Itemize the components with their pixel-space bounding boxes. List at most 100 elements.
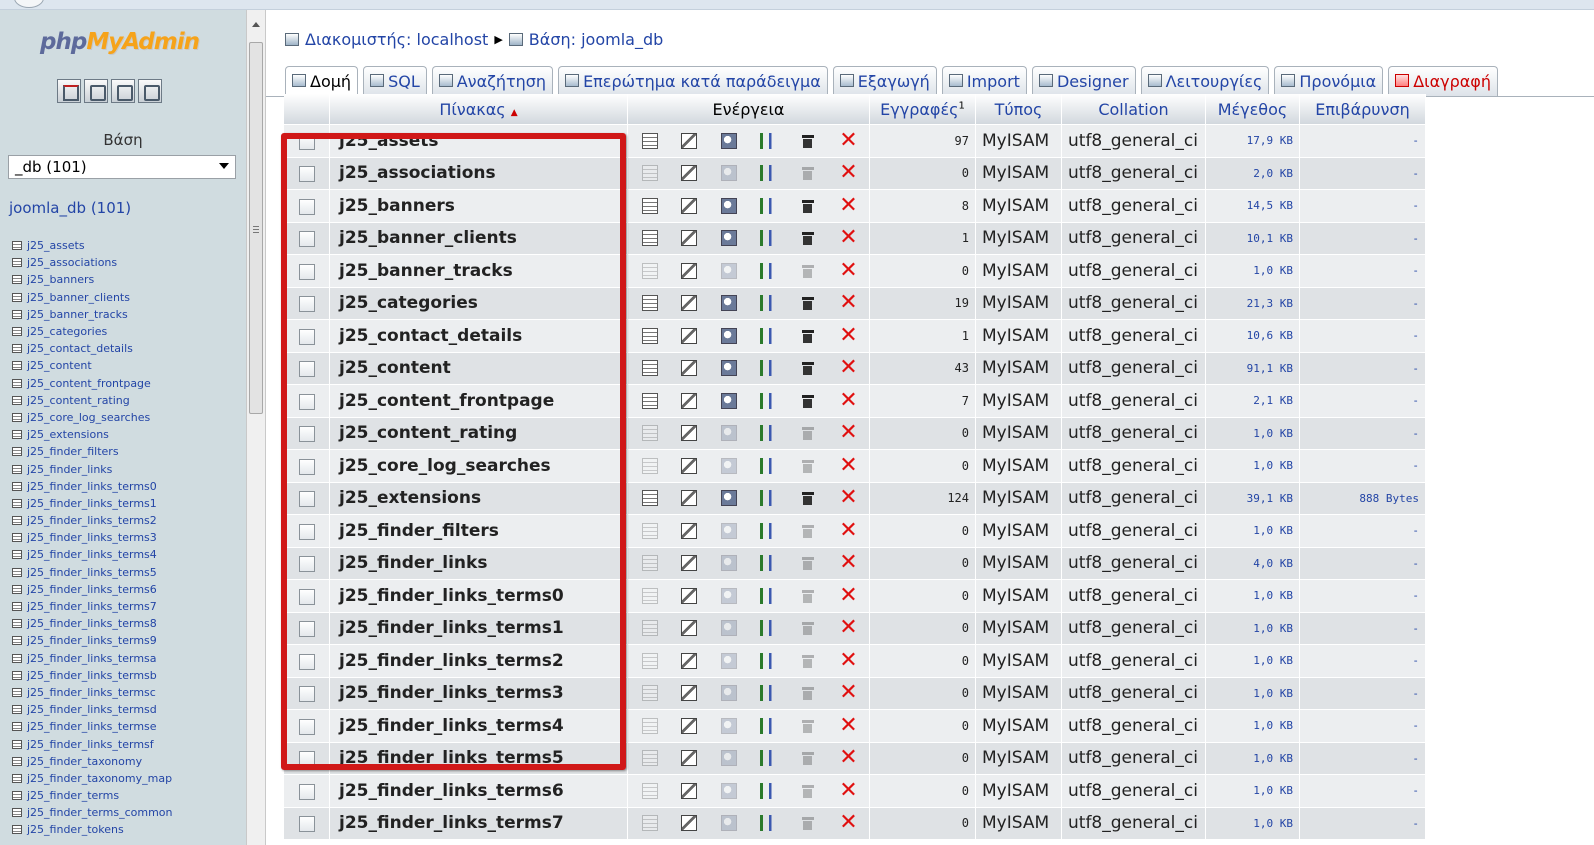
search-icon[interactable] [720, 555, 737, 572]
structure-icon[interactable] [681, 522, 698, 539]
nav-table-name[interactable]: j25_finder_taxonomy [27, 756, 142, 767]
breadcrumb-server[interactable]: Διακομιστής: localhost [305, 30, 488, 49]
drop-icon[interactable]: ✕ [839, 194, 857, 216]
nav-table-name[interactable]: j25_finder_links_termsa [27, 653, 157, 664]
table-icon[interactable] [12, 756, 22, 766]
row-checkbox[interactable] [298, 361, 315, 378]
insert-icon[interactable] [760, 490, 777, 507]
insert-icon[interactable] [760, 652, 777, 669]
browse-icon[interactable] [641, 425, 658, 442]
table-name-link[interactable]: j25_content_frontpage [330, 384, 628, 417]
sql-query-icon[interactable] [84, 79, 108, 103]
row-size[interactable]: 1,0 KB [1206, 709, 1300, 742]
nav-table-item[interactable]: j25_content [12, 357, 173, 374]
nav-table-name[interactable]: j25_finder_links_terms1 [27, 498, 157, 509]
empty-table-icon[interactable] [799, 782, 816, 799]
drop-icon[interactable]: ✕ [839, 422, 857, 444]
table-icon[interactable] [12, 481, 22, 491]
nav-table-item[interactable]: j25_finder_links_termsd [12, 701, 173, 718]
row-size[interactable]: 1,0 KB [1206, 806, 1300, 839]
drop-icon[interactable]: ✕ [839, 747, 857, 769]
row-size[interactable]: 2,1 KB [1206, 384, 1300, 417]
search-icon[interactable] [720, 230, 737, 247]
nav-table-name[interactable]: j25_finder_filters [27, 446, 119, 457]
search-icon[interactable] [720, 685, 737, 702]
nav-table-name[interactable]: j25_finder_terms [27, 790, 119, 801]
drop-icon[interactable]: ✕ [839, 519, 857, 541]
tab-search[interactable]: Αναζήτηση [431, 66, 554, 96]
browse-icon[interactable] [641, 652, 658, 669]
drop-icon[interactable]: ✕ [839, 552, 857, 574]
header-collation[interactable]: Collation [1062, 94, 1206, 124]
row-checkbox[interactable] [298, 231, 315, 248]
row-checkbox[interactable] [298, 718, 315, 735]
nav-table-item[interactable]: j25_finder_links_termsa [12, 650, 173, 667]
drop-icon[interactable]: ✕ [839, 617, 857, 639]
search-icon[interactable] [720, 197, 737, 214]
nav-table-name[interactable]: j25_finder_terms_common [27, 807, 173, 818]
row-size[interactable]: 1,0 KB [1206, 449, 1300, 482]
search-icon[interactable] [720, 490, 737, 507]
nav-table-item[interactable]: j25_finder_links_terms2 [12, 512, 173, 529]
table-icon[interactable] [12, 653, 22, 663]
table-icon[interactable] [12, 808, 22, 818]
row-size[interactable]: 1,0 KB [1206, 774, 1300, 807]
search-icon[interactable] [720, 165, 737, 182]
table-icon[interactable] [12, 498, 22, 508]
nav-table-item[interactable]: j25_associations [12, 254, 173, 271]
table-name-link[interactable]: j25_content [330, 351, 628, 384]
nav-table-name[interactable]: j25_associations [27, 257, 117, 268]
tab-sql[interactable]: SQL [363, 66, 427, 96]
table-name-link[interactable]: j25_extensions [330, 481, 628, 514]
row-size[interactable]: 1,0 KB [1206, 644, 1300, 677]
nav-table-item[interactable]: j25_banner_clients [12, 289, 173, 306]
row-size[interactable]: 14,5 KB [1206, 189, 1300, 222]
empty-table-icon[interactable] [799, 652, 816, 669]
nav-table-item[interactable]: j25_extensions [12, 426, 173, 443]
row-checkbox[interactable] [298, 783, 315, 800]
drop-icon[interactable]: ✕ [839, 292, 857, 314]
insert-icon[interactable] [760, 165, 777, 182]
table-icon[interactable] [12, 361, 22, 371]
empty-table-icon[interactable] [799, 457, 816, 474]
browse-icon[interactable] [641, 620, 658, 637]
table-icon[interactable] [12, 258, 22, 268]
header-table-name[interactable]: Πίνακας ▲ [330, 94, 628, 124]
table-icon[interactable] [12, 584, 22, 594]
browse-icon[interactable] [641, 555, 658, 572]
nav-table-name[interactable]: j25_finder_links [27, 464, 112, 475]
row-checkbox[interactable] [298, 588, 315, 605]
nav-table-item[interactable]: j25_banners [12, 271, 173, 288]
search-icon[interactable] [720, 652, 737, 669]
browse-icon[interactable] [641, 750, 658, 767]
structure-icon[interactable] [681, 750, 698, 767]
browse-icon[interactable] [641, 165, 658, 182]
nav-table-name[interactable]: j25_finder_links_terms0 [27, 481, 157, 492]
table-icon[interactable] [12, 292, 22, 302]
row-size[interactable]: 4,0 KB [1206, 546, 1300, 579]
row-checkbox[interactable] [298, 491, 315, 508]
nav-table-item[interactable]: j25_finder_links_terms4 [12, 546, 173, 563]
search-icon[interactable] [720, 717, 737, 734]
structure-icon[interactable] [681, 620, 698, 637]
row-size[interactable]: 1,0 KB [1206, 254, 1300, 287]
insert-icon[interactable] [760, 197, 777, 214]
browse-icon[interactable] [641, 392, 658, 409]
nav-table-name[interactable]: j25_finder_tokens [27, 824, 124, 835]
table-name-link[interactable]: j25_finder_links_terms4 [330, 709, 628, 742]
nav-table-item[interactable]: j25_finder_taxonomy [12, 753, 173, 770]
nav-table-name[interactable]: j25_content_rating [27, 395, 130, 406]
scrollbar-thumb[interactable] [249, 42, 263, 414]
insert-icon[interactable] [760, 587, 777, 604]
empty-table-icon[interactable] [799, 197, 816, 214]
table-name-link[interactable]: j25_finder_links_terms0 [330, 579, 628, 612]
browse-icon[interactable] [641, 230, 658, 247]
nav-table-item[interactable]: j25_content_rating [12, 392, 173, 409]
browse-icon[interactable] [641, 782, 658, 799]
tab-export[interactable]: Εξαγωγή [832, 66, 937, 96]
insert-icon[interactable] [760, 295, 777, 312]
browse-icon[interactable] [641, 815, 658, 832]
table-name-link[interactable]: j25_finder_links_terms5 [330, 741, 628, 774]
nav-table-name[interactable]: j25_assets [27, 240, 85, 251]
search-icon[interactable] [720, 327, 737, 344]
